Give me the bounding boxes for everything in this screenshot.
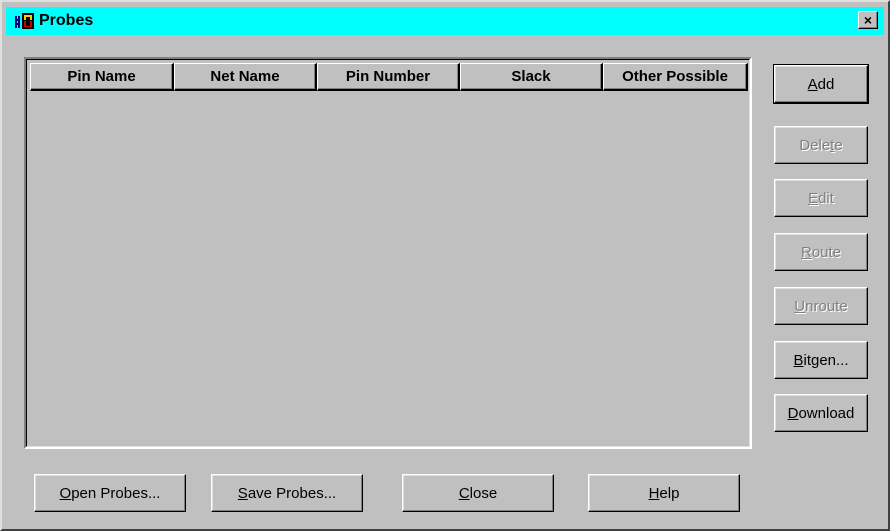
download-button-label: Download — [787, 404, 855, 422]
column-header-pin-number[interactable]: Pin Number — [317, 63, 460, 91]
title-bar[interactable]: Probes × — [6, 7, 884, 35]
edit-button[interactable]: Edit — [774, 179, 868, 217]
open-probes-button-label: Open Probes... — [59, 484, 161, 502]
help-button-label: Help — [648, 484, 680, 502]
delete-button-label: Delete — [799, 136, 843, 154]
probes-list-body[interactable]: Pin Name Net Name Pin Number Slack Other… — [26, 59, 750, 447]
download-button[interactable]: Download — [774, 394, 868, 432]
save-probes-button-label: Save Probes... — [237, 484, 337, 502]
delete-button[interactable]: Delete — [774, 126, 868, 164]
bitgen-button-label: Bitgen... — [793, 351, 849, 369]
open-probes-button[interactable]: Open Probes... — [34, 474, 186, 512]
probes-app-icon — [14, 11, 36, 31]
save-probes-button[interactable]: Save Probes... — [211, 474, 363, 512]
column-header-pin-name[interactable]: Pin Name — [30, 63, 174, 91]
edit-button-label: Edit — [808, 189, 834, 207]
route-button[interactable]: Route — [774, 233, 868, 271]
route-button-label: Route — [800, 243, 842, 261]
probes-list[interactable]: Pin Name Net Name Pin Number Slack Other… — [24, 57, 752, 449]
column-header-other-possible[interactable]: Other Possible — [603, 63, 748, 91]
unroute-button[interactable]: Unroute — [774, 287, 868, 325]
close-button[interactable]: Close — [402, 474, 554, 512]
unroute-button-label: Unroute — [794, 297, 848, 315]
add-button[interactable]: Add — [773, 64, 869, 104]
column-header-net-name[interactable]: Net Name — [174, 63, 317, 91]
probes-dialog: Probes × Pin Name Net Name Pin Number Sl… — [0, 0, 890, 531]
help-button[interactable]: Help — [588, 474, 740, 512]
add-button-label: Add — [807, 75, 835, 93]
close-icon[interactable]: × — [858, 11, 878, 29]
window-title: Probes — [39, 12, 94, 29]
column-header-row: Pin Name Net Name Pin Number Slack Other… — [30, 63, 748, 91]
close-button-label: Close — [458, 484, 498, 502]
column-header-slack[interactable]: Slack — [460, 63, 603, 91]
bitgen-button[interactable]: Bitgen... — [774, 341, 868, 379]
